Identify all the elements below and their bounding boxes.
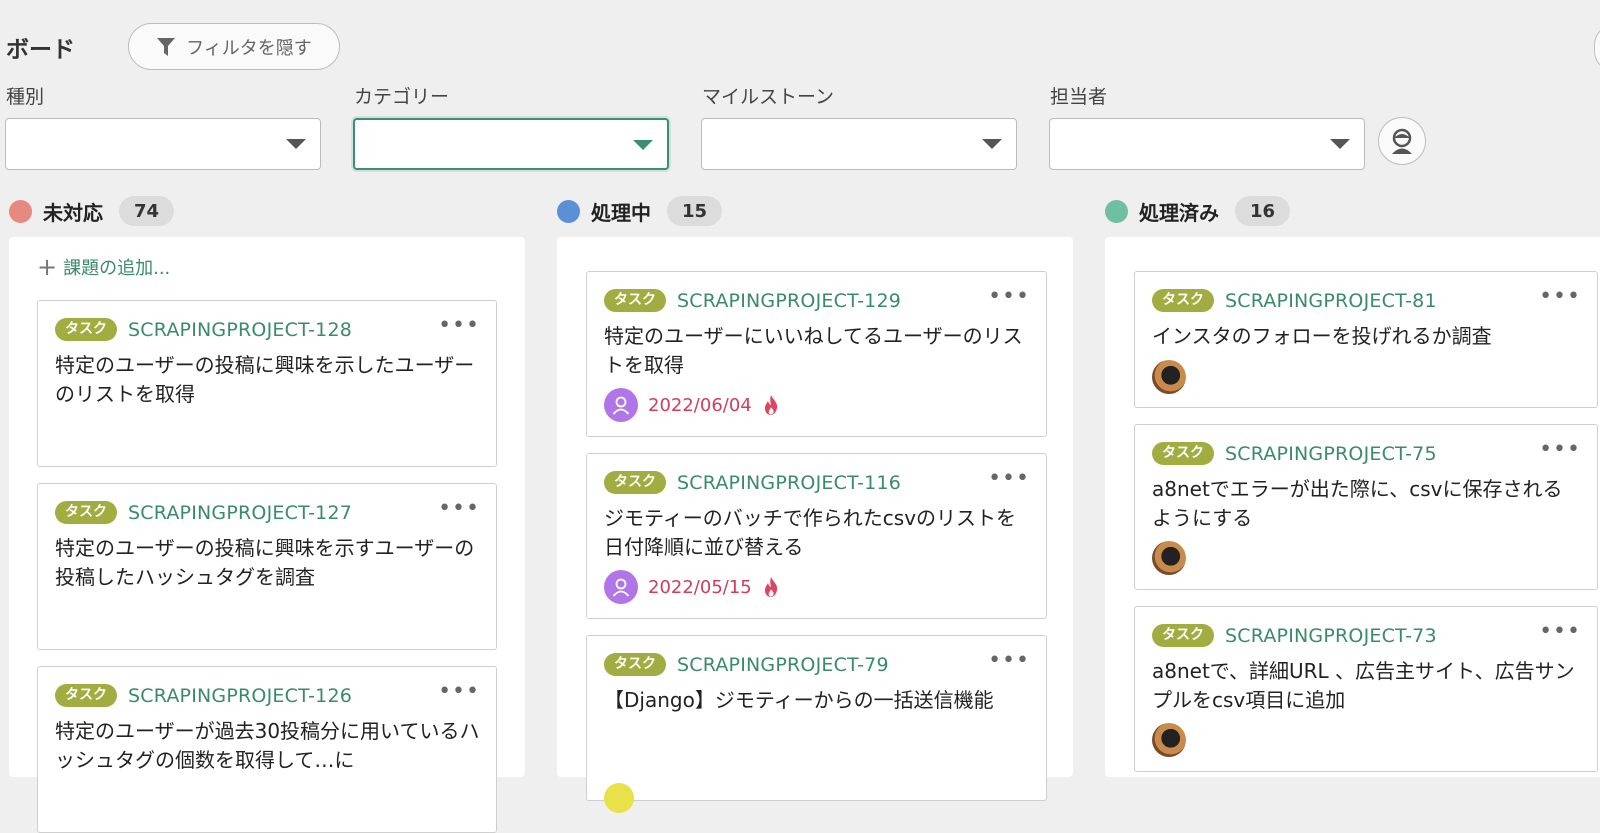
issue-type-badge: タスク <box>1152 624 1214 647</box>
category-select[interactable] <box>353 118 669 170</box>
column-header-open: 未対応 74 <box>9 196 175 226</box>
filter-label-category: カテゴリー <box>354 86 450 108</box>
issue-title: a8netで、詳細URL 、広告主サイト、広告サンプルをcsv項目に追加 <box>1152 659 1575 712</box>
column-count-badge: 15 <box>667 196 723 226</box>
column-count-badge: 16 <box>1235 196 1291 226</box>
issue-card[interactable]: タスク SCRAPINGPROJECT-127 ••• 特定のユーザーの投稿に興… <box>37 483 497 650</box>
issue-type-badge: タスク <box>604 653 666 676</box>
user-icon <box>612 578 630 597</box>
user-icon <box>1392 128 1412 154</box>
hide-filter-label: フィルタを隠す <box>186 37 312 59</box>
due-date: 2022/05/15 <box>648 576 752 598</box>
column-header-in-progress: 処理中 15 <box>557 196 723 226</box>
chevron-down-icon <box>633 140 653 150</box>
issue-card[interactable]: タスク SCRAPINGPROJECT-128 ••• 特定のユーザーの投稿に興… <box>37 300 497 467</box>
issue-title: インスタのフォローを投げれるか調査 <box>1152 324 1492 348</box>
chevron-down-icon <box>1330 139 1350 149</box>
status-dot <box>9 199 32 223</box>
issue-key-link[interactable]: SCRAPINGPROJECT-129 <box>677 290 901 312</box>
board-column-in-progress: タスク SCRAPINGPROJECT-129 ••• 特定のユーザーにいいねし… <box>557 237 1073 813</box>
issue-title: 特定のユーザーにいいねしてるユーザーのリストを取得 <box>604 324 1023 377</box>
due-date: 2022/06/04 <box>648 394 752 416</box>
more-options-icon[interactable]: ••• <box>438 498 480 520</box>
more-options-icon[interactable]: ••• <box>988 286 1030 308</box>
issue-title: 特定のユーザーの投稿に興味を示したユーザーのリストを取得 <box>55 353 475 406</box>
board-column-resolved: タスク SCRAPINGPROJECT-81 ••• インスタのフォローを投げれ… <box>1105 237 1600 777</box>
column-name: 処理済み <box>1139 200 1219 225</box>
page-title: ボード <box>6 37 75 63</box>
assignee-avatar <box>604 388 638 422</box>
issue-type-badge: タスク <box>1152 289 1214 312</box>
status-dot <box>1105 199 1128 223</box>
issue-type-badge: タスク <box>55 501 117 524</box>
more-options-icon[interactable]: ••• <box>1539 286 1581 308</box>
plus-icon: + <box>37 253 58 281</box>
more-options-icon[interactable]: ••• <box>1539 439 1581 461</box>
issue-key-link[interactable]: SCRAPINGPROJECT-75 <box>1225 443 1437 465</box>
issue-type-badge: タスク <box>55 318 117 341</box>
edge-button[interactable] <box>1594 24 1600 72</box>
issue-type-badge: タスク <box>1152 442 1214 465</box>
issue-title: 【Django】ジモティーからの一括送信機能 <box>604 688 994 712</box>
assignee-avatar <box>604 570 638 604</box>
column-count-badge: 74 <box>119 196 175 226</box>
column-header-resolved: 処理済み 16 <box>1105 196 1291 226</box>
more-options-icon[interactable]: ••• <box>1539 621 1581 643</box>
issue-type-badge: タスク <box>604 289 666 312</box>
type-select[interactable] <box>5 118 321 170</box>
filter-label-milestone: マイルストーン <box>702 86 835 108</box>
issue-key-link[interactable]: SCRAPINGPROJECT-79 <box>677 654 889 676</box>
issue-title: ジモティーのバッチで作られたcsvのリストを日付降順に並び替える <box>604 506 1017 559</box>
assignee-avatar <box>604 783 634 813</box>
issue-key-link[interactable]: SCRAPINGPROJECT-73 <box>1225 625 1437 647</box>
issue-title: a8netでエラーが出た際に、csvに保存されるようにする <box>1152 477 1563 530</box>
assignee-select[interactable] <box>1049 118 1365 170</box>
status-dot <box>557 199 580 223</box>
issue-type-badge: タスク <box>604 471 666 494</box>
issue-title: 特定のユーザーの投稿に興味を示すユーザーの投稿したハッシュタグを調査 <box>55 536 475 589</box>
more-options-icon[interactable]: ••• <box>438 315 480 337</box>
issue-key-link[interactable]: SCRAPINGPROJECT-128 <box>128 319 352 341</box>
issue-card[interactable]: タスク SCRAPINGPROJECT-75 ••• a8netでエラーが出た際… <box>1134 424 1598 590</box>
more-options-icon[interactable]: ••• <box>988 650 1030 672</box>
add-issue-link[interactable]: + 課題の追加... <box>37 254 170 280</box>
issue-key-link[interactable]: SCRAPINGPROJECT-81 <box>1225 290 1437 312</box>
filter-icon <box>157 37 176 56</box>
issue-key-link[interactable]: SCRAPINGPROJECT-116 <box>677 472 901 494</box>
filter-label-assignee: 担当者 <box>1050 86 1108 108</box>
more-options-icon[interactable]: ••• <box>438 681 480 703</box>
issue-card[interactable]: タスク SCRAPINGPROJECT-116 ••• ジモティーのバッチで作ら… <box>586 453 1047 619</box>
flame-icon <box>764 577 777 597</box>
issue-type-badge: タスク <box>55 684 117 707</box>
milestone-select[interactable] <box>701 118 1017 170</box>
user-icon <box>612 396 630 415</box>
my-assignee-button[interactable] <box>1378 117 1426 165</box>
issue-card[interactable]: タスク SCRAPINGPROJECT-129 ••• 特定のユーザーにいいねし… <box>586 271 1047 437</box>
issue-card[interactable]: タスク SCRAPINGPROJECT-126 ••• 特定のユーザーが過去30… <box>37 666 497 833</box>
more-options-icon[interactable]: ••• <box>988 468 1030 490</box>
issue-card[interactable]: タスク SCRAPINGPROJECT-79 ••• 【Django】ジモティー… <box>586 635 1047 813</box>
issue-key-link[interactable]: SCRAPINGPROJECT-127 <box>128 502 352 524</box>
issue-card[interactable]: タスク SCRAPINGPROJECT-81 ••• インスタのフォローを投げれ… <box>1134 271 1598 408</box>
column-name: 未対応 <box>43 200 103 225</box>
chevron-down-icon <box>982 139 1002 149</box>
chevron-down-icon <box>286 139 306 149</box>
issue-title: 特定のユーザーが過去30投稿分に用いているハッシュタグの個数を取得して…に <box>55 719 480 772</box>
add-issue-label: 課題の追加... <box>63 258 171 279</box>
flame-icon <box>764 395 777 415</box>
assignee-avatar <box>1152 360 1186 394</box>
filter-label-type: 種別 <box>6 86 45 108</box>
column-name: 処理中 <box>591 200 651 225</box>
assignee-avatar <box>1152 541 1186 575</box>
issue-card[interactable]: タスク SCRAPINGPROJECT-73 ••• a8netで、詳細URL … <box>1134 606 1598 772</box>
assignee-avatar <box>1152 723 1186 757</box>
hide-filter-button[interactable]: フィルタを隠す <box>128 23 340 70</box>
board-column-open: + 課題の追加... タスク SCRAPINGPROJECT-128 ••• 特… <box>9 237 525 833</box>
issue-key-link[interactable]: SCRAPINGPROJECT-126 <box>128 685 352 707</box>
